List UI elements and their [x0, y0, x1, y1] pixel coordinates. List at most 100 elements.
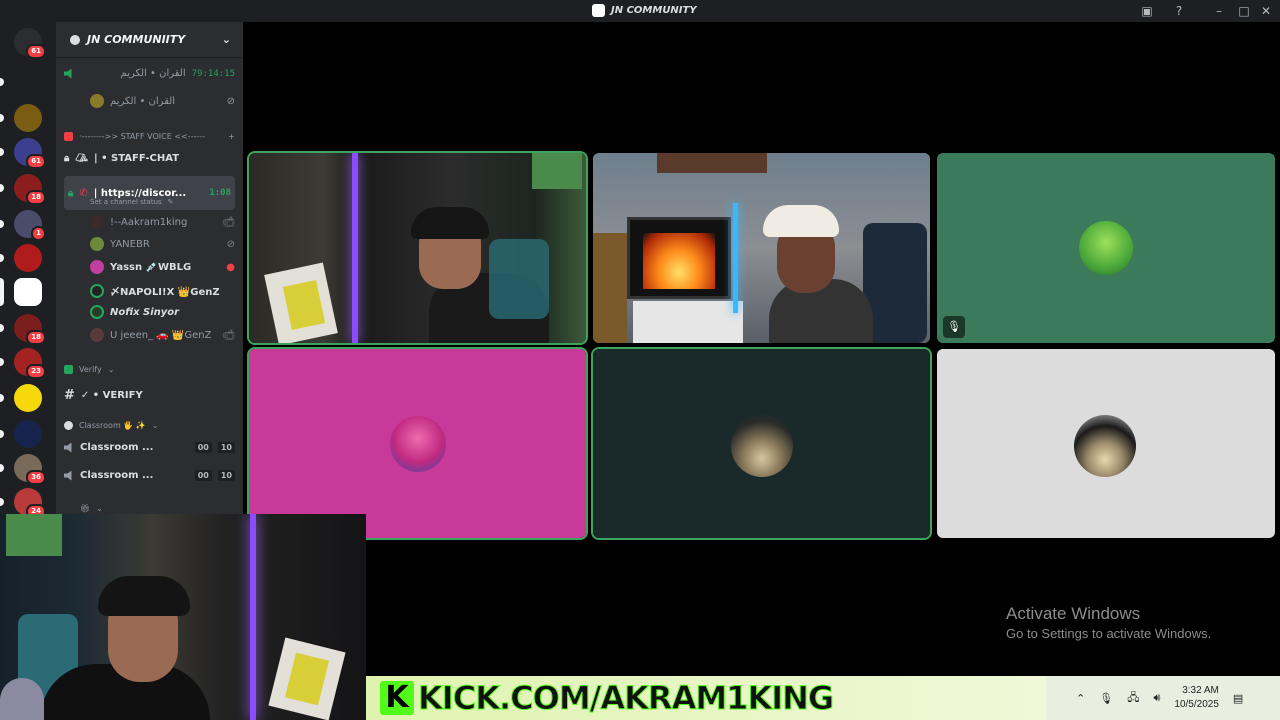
- mention-badge: 36: [26, 470, 46, 485]
- server-icon-server-6[interactable]: 1: [14, 210, 46, 241]
- curtain: [593, 233, 627, 343]
- voice-member[interactable]: !--Aakram1king 📹︎: [90, 215, 235, 229]
- plus-icon[interactable]: +: [228, 132, 235, 141]
- unread-pip: [0, 220, 4, 228]
- mention-badge: 18: [26, 330, 46, 345]
- speaker-icon: [64, 442, 72, 453]
- unread-pip: [0, 324, 4, 332]
- camera-akram-tile[interactable]: [247, 151, 588, 345]
- server-icon-jn-community[interactable]: [14, 278, 42, 306]
- server-icon-server-10[interactable]: 23: [14, 348, 46, 379]
- avatar: [90, 215, 104, 229]
- server-icon-server-13[interactable]: 36: [14, 454, 46, 485]
- member-name: القرآن • الكريم: [110, 95, 176, 107]
- member-name: Nofix Sinyor: [110, 306, 180, 318]
- server-icon-arizona-roleplay[interactable]: [14, 420, 42, 448]
- volume-icon[interactable]: 🔊︎: [1153, 691, 1160, 705]
- speaker-object: [0, 678, 44, 720]
- unread-pip: [0, 114, 4, 122]
- clock[interactable]: 3:32 AM 10/5/2025: [1174, 684, 1219, 712]
- user-limit: 10: [217, 442, 235, 453]
- channel-timer: 1:08: [209, 188, 231, 198]
- category-more[interactable]: 🎁︎ ⌄: [64, 504, 235, 513]
- user-limit: 10: [217, 470, 235, 481]
- network-icon[interactable]: 🖧: [1127, 689, 1139, 708]
- avatar: [731, 415, 793, 477]
- server-icon-direct-messages[interactable]: 61: [14, 28, 46, 59]
- channel-name: Classroom ...: [80, 442, 154, 453]
- shelf: [657, 153, 767, 173]
- channel-name: ✓ • VERIFY: [80, 390, 143, 401]
- clock-date: 10/5/2025: [1174, 699, 1219, 710]
- mention-badge: 18: [26, 190, 46, 205]
- avatar-pink-character-tile[interactable]: [247, 347, 588, 540]
- chevron-down-icon: ⌄: [107, 365, 115, 374]
- channel-name: | https://discor...: [93, 187, 187, 199]
- channel-quran[interactable]: القرآن • الكريم 79:14:15: [64, 68, 235, 79]
- voice-member[interactable]: Nofix Sinyor: [90, 305, 235, 319]
- avatar-mask-dark-tile[interactable]: [591, 347, 932, 540]
- channel-classroom[interactable]: Classroom ... 00 10: [64, 470, 235, 481]
- maximize-button[interactable]: □: [1236, 3, 1252, 19]
- camera-icon: 📹︎: [222, 216, 235, 228]
- chevron-up-icon[interactable]: ⌃: [1076, 692, 1085, 705]
- guild-name: JN COMMUNIITY: [87, 33, 186, 46]
- voice-member[interactable]: U jeeen_ 🚗 👑GenZ 📹︎: [90, 328, 235, 342]
- poster-frame: [6, 514, 62, 556]
- server-icon-server-7[interactable]: [14, 244, 42, 272]
- category-verify[interactable]: Verify ⌄: [64, 365, 235, 374]
- category-label: Classroom 🖐 ✨: [79, 421, 146, 430]
- microphone-icon[interactable]: 🎙︎: [1099, 692, 1113, 705]
- camera-icon: 📹︎: [222, 329, 235, 341]
- category-staff-voice[interactable]: ·-------->> STAFF VOICE <<------ +: [64, 132, 235, 141]
- channel-status[interactable]: Set a channel status ✎: [90, 198, 235, 206]
- unread-pip: [0, 358, 4, 366]
- streamer-webcam: [0, 514, 366, 720]
- unread-pip: [0, 254, 4, 262]
- server-icon-server-14[interactable]: 24: [14, 488, 46, 519]
- channel-staff-chat[interactable]: 🔒︎ ⛺︎ | • STAFF-CHAT: [64, 153, 235, 164]
- poster-frame: [532, 153, 582, 189]
- category-emoji-icon: [64, 132, 73, 141]
- channel-classroom[interactable]: Classroom ... 00 10: [64, 442, 235, 453]
- avatar-mask-light-tile[interactable]: [937, 349, 1275, 538]
- unread-pip: [0, 464, 4, 472]
- notification-icon[interactable]: ▤: [1233, 692, 1243, 705]
- category-classroom[interactable]: Classroom 🖐 ✨ ⌄: [64, 421, 235, 430]
- unread-pip: [0, 184, 4, 192]
- voice-member[interactable]: YANEBR ⊘: [90, 237, 235, 251]
- led-strip: [352, 153, 358, 343]
- avatar-green-monster-tile[interactable]: 🎙︎: [937, 153, 1275, 343]
- member-name: 〆NAPOLI!X 👑GenZ: [110, 287, 220, 298]
- fireplace-video: [643, 233, 715, 289]
- server-icon-server-9[interactable]: 18: [14, 314, 46, 345]
- minimize-button[interactable]: –: [1211, 3, 1227, 19]
- server-icon-ak-server[interactable]: [14, 68, 42, 96]
- server-icon-server-4[interactable]: 61: [14, 138, 46, 169]
- led-strip: [733, 203, 738, 313]
- close-button[interactable]: ✕: [1258, 3, 1274, 19]
- channel-sidebar: JN COMMUNIITY ⌄ القرآن • الكريم 79:14:15…: [56, 22, 243, 520]
- server-icon-server-5[interactable]: 18: [14, 174, 46, 205]
- kick-banner: K KICK.COM/AKRAM1KING: [366, 676, 1046, 720]
- member-name: !--Aakram1king: [110, 216, 188, 228]
- voice-member[interactable]: 〆NAPOLI!X 👑GenZ: [90, 283, 235, 298]
- inbox-icon[interactable]: ▣: [1139, 3, 1155, 19]
- voice-member-quran[interactable]: القرآن • الكريم ⊘: [90, 94, 235, 108]
- chevron-down-icon[interactable]: ⌄: [222, 33, 231, 46]
- user-count: 00: [194, 442, 212, 453]
- unread-pip: [0, 430, 4, 438]
- avatar: [390, 416, 446, 472]
- camera-friend-tile[interactable]: [593, 153, 930, 343]
- checkbox-icon: [64, 365, 73, 374]
- server-icon-bg-server[interactable]: [14, 104, 42, 132]
- avatar: [90, 237, 104, 251]
- watermark-line-1: Activate Windows: [1006, 604, 1141, 623]
- category-label: ·-------->> STAFF VOICE <<------: [79, 132, 206, 141]
- voice-member[interactable]: Yassn 💉WBLG ●: [90, 260, 235, 274]
- server-icon-server-11[interactable]: [14, 384, 42, 412]
- guild-header[interactable]: JN COMMUNIITY ⌄: [56, 22, 243, 58]
- help-icon[interactable]: ?: [1171, 3, 1187, 19]
- channel-verify[interactable]: # ✓ • VERIFY: [64, 388, 235, 403]
- channel-name: | • STAFF-CHAT: [94, 153, 180, 164]
